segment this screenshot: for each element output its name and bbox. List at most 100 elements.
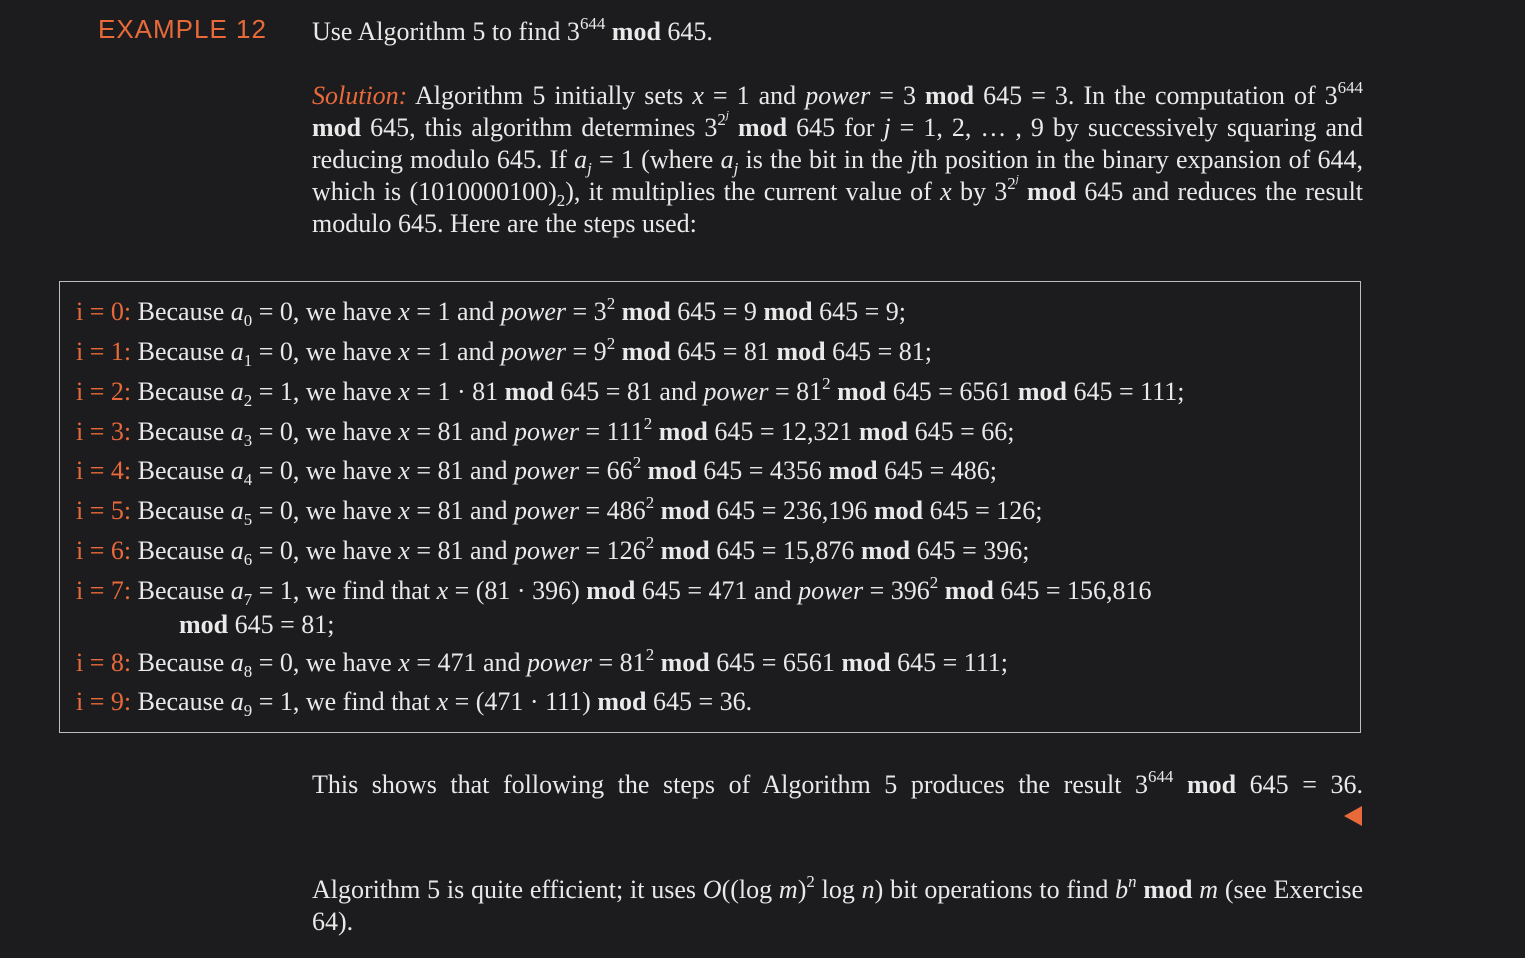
mod-operator: mod [737,113,788,142]
var-power: power [805,81,871,110]
mod-operator: mod [621,337,671,366]
step-row: i = 0: Because a0 = 0, we have x = 1 and… [76,295,906,329]
text: Because [137,576,231,605]
var-a: a [230,648,244,677]
var-a: a [230,297,244,326]
var-x: x [398,297,410,326]
problem-text: Use Algorithm 5 to find 3 [312,17,580,46]
text: = 396 [863,576,930,605]
var-x: x [398,536,410,565]
mod-operator: mod [1017,377,1068,406]
text: = 81 and [409,417,515,446]
exponent-j: j [725,108,729,121]
step-index: i = 9: [76,687,132,716]
step-index: i = 0: [76,297,132,326]
text: = 81 and [409,456,515,485]
solution-paragraph: Solution: Algorithm 5 initially sets x =… [312,79,1363,240]
var-x: x [436,576,449,605]
mod-operator: mod [586,576,636,605]
var-a: a [230,576,244,605]
text: 645 = 36. [646,687,753,716]
text: 645 = 81; [228,610,335,639]
text: 645 = 81; [825,337,932,366]
mod-operator: mod [312,113,362,142]
exponent: 2 [645,533,655,553]
step-index: i = 2: [76,377,132,406]
text: = 486 [579,496,646,525]
text: = 0, we have [252,456,399,485]
var-n: n [861,875,875,904]
var-a: a [230,496,244,525]
var-x: x [398,648,410,677]
problem-statement: Use Algorithm 5 to find 3644 mod 645. [312,14,713,50]
subscript: 2 [243,390,253,410]
text: 645 = 81 and [553,377,704,406]
text: = 1 and [703,81,806,110]
text: = 0, we have [252,536,399,565]
subscript: 9 [243,700,253,720]
text: 645 = 9 [670,297,764,326]
var-x: x [940,177,952,206]
mod-operator: mod [859,417,909,446]
steps-box: i = 0: Because a0 = 0, we have x = 1 and… [59,281,1361,733]
text: 645 = 36. [1236,770,1364,799]
exponent: 2 [822,374,831,394]
text: 645 = 471 and [635,576,799,605]
exponent: 644 [579,14,606,34]
exponent: 2 [643,414,653,434]
step-index: i = 8: [76,648,132,677]
text: Because [137,417,231,446]
text: = (81 · 396) [448,576,587,605]
text: Because [137,687,231,716]
text: = 0, we have [252,297,399,326]
text: Algorithm 5 is quite efficient; it uses [312,875,703,904]
exponent: 2 [606,294,616,314]
text: 645 = 396; [910,536,1030,565]
exponent: 2j [717,108,729,130]
var-j: j [883,113,891,142]
text: = 81 and [409,496,515,525]
text: 645 = 6561 [709,648,842,677]
var-power: power [501,297,567,326]
mod-operator: mod [873,496,924,525]
exponent: 2 [806,872,815,892]
var-a: a [230,536,244,565]
step-index: i = 1: [76,337,132,366]
step-row: i = 7: Because a7 = 1, we find that x = … [76,574,1152,642]
text: = 0, we have [252,648,399,677]
step-index: i = 6: [76,536,132,565]
text: = 81 [592,648,646,677]
text: = 1, we have [252,377,399,406]
subscript: 4 [243,469,253,489]
var-a: a [230,377,244,406]
mod-operator: mod [660,536,710,565]
exponent-base: 2 [717,110,726,130]
text: = 126 [579,536,646,565]
mod-operator: mod [1143,875,1193,904]
text: = 1 and [409,337,502,366]
text: = 81 [768,377,823,406]
text: Because [137,496,231,525]
mod-operator: mod [860,536,911,565]
exponent: 2 [606,334,616,354]
mod-operator: mod [1186,770,1237,799]
text: = 1 and [409,297,502,326]
text: 645, this algorithm determines 3 [361,113,718,142]
mod-operator: mod [944,576,994,605]
mod-operator: mod [925,81,975,110]
mod-operator: mod [597,687,647,716]
text: = 1, we find that [252,687,437,716]
problem-text-end: 645. [660,17,713,46]
text: by 3 [951,177,1008,206]
text: 645 = 4356 [696,456,829,485]
step-row: i = 3: Because a3 = 0, we have x = 81 an… [76,415,1015,449]
step-row: i = 8: Because a8 = 0, we have x = 471 a… [76,646,1008,680]
var-power: power [527,648,593,677]
text: Because [137,456,231,485]
text: = 81 and [409,536,515,565]
exponent: 644 [1148,767,1174,787]
text: = 1, we find that [252,576,437,605]
mod-operator: mod [621,297,671,326]
step-row: i = 5: Because a5 = 0, we have x = 81 an… [76,494,1042,528]
subscript: 7 [243,589,253,609]
